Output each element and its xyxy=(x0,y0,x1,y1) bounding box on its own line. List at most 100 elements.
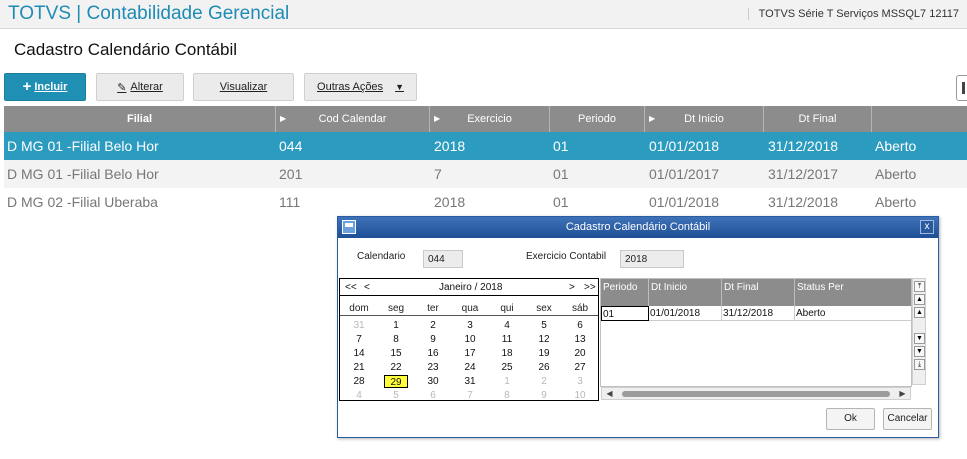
scroll-up-icon[interactable]: ▲ xyxy=(914,307,925,318)
calendar-day[interactable]: 28 xyxy=(347,375,371,388)
calendar-day[interactable]: 9 xyxy=(532,389,556,402)
calendar-day[interactable]: 23 xyxy=(421,361,445,374)
outras-acoes-label: Outras Ações xyxy=(317,81,384,93)
column-header-dt-final[interactable]: Dt Final xyxy=(722,279,795,306)
cell-dt-final: 31/12/2017 xyxy=(768,166,839,182)
side-panel-toggle-icon[interactable] xyxy=(956,75,967,101)
calendar-day[interactable]: 7 xyxy=(458,389,482,402)
scroll-bottom-icon[interactable]: ⤓ xyxy=(914,359,925,370)
prev-month-button[interactable]: < xyxy=(364,282,370,293)
calendar-day[interactable]: 7 xyxy=(347,333,371,346)
visualizar-button[interactable]: Visualizar xyxy=(193,73,294,101)
calendar-day[interactable]: 30 xyxy=(421,375,445,388)
calendar-day[interactable]: 5 xyxy=(532,319,556,332)
calendar-day[interactable]: 8 xyxy=(495,389,519,402)
scroll-top-icon[interactable]: ⤒ xyxy=(914,281,925,292)
outras-acoes-button[interactable]: Outras Ações ▼ xyxy=(304,73,417,101)
calendar-day[interactable]: 18 xyxy=(495,347,519,360)
calendar-day[interactable]: 3 xyxy=(568,375,592,388)
vertical-scrollbar[interactable]: ⤒ ▲ ▲ ▼ ▼ ⤓ xyxy=(912,278,926,385)
column-header-dt-final[interactable]: Dt Final xyxy=(764,106,872,132)
alterar-button[interactable]: ✎ Alterar xyxy=(96,73,184,101)
calendar-day[interactable]: 2 xyxy=(532,375,556,388)
column-header-periodo[interactable]: Periodo xyxy=(601,279,649,306)
table-row[interactable]: D MG 01 -Filial Belo Hor 044 2018 01 01/… xyxy=(4,132,967,160)
calendar-day[interactable]: 19 xyxy=(532,347,556,360)
next-month-button[interactable]: > xyxy=(569,282,575,293)
calendar-day[interactable]: 26 xyxy=(532,361,556,374)
horizontal-scrollbar[interactable]: ◀ ▶ xyxy=(601,387,911,400)
calendar-day[interactable]: 3 xyxy=(458,319,482,332)
calendar-day[interactable]: 11 xyxy=(495,333,519,346)
calendar-day[interactable]: 25 xyxy=(495,361,519,374)
calendar-day[interactable]: 31 xyxy=(458,375,482,388)
calendar-day[interactable]: 16 xyxy=(421,347,445,360)
calendario-field[interactable]: 044 xyxy=(423,250,463,268)
window-icon xyxy=(342,220,356,234)
cell-dt-inicio: 01/01/2018 xyxy=(649,138,720,154)
table-row[interactable]: D MG 01 -Filial Belo Hor 201 7 01 01/01/… xyxy=(4,160,967,188)
top-bar: TOTVS | Contabilidade Gerencial TOTVS Sé… xyxy=(0,0,967,29)
calendar-day[interactable]: 6 xyxy=(421,389,445,402)
calendario-label: Calendario xyxy=(357,251,406,262)
next-year-button[interactable]: >> xyxy=(584,282,596,293)
calendar-day[interactable]: 1 xyxy=(495,375,519,388)
scroll-right-icon[interactable]: ▶ xyxy=(898,389,907,398)
scroll-down-icon[interactable]: ▼ xyxy=(914,333,925,344)
calendar-day[interactable]: 10 xyxy=(568,389,592,402)
calendar-day[interactable]: 24 xyxy=(458,361,482,374)
calendar-day[interactable]: 31 xyxy=(347,319,371,332)
calendar-day[interactable]: 17 xyxy=(458,347,482,360)
column-header-status[interactable] xyxy=(872,106,967,132)
cell-periodo: 01 xyxy=(553,138,569,154)
cell-status-per[interactable]: Aberto xyxy=(795,306,911,321)
cell-cod-calendar: 044 xyxy=(279,138,303,154)
calendar-day[interactable]: 27 xyxy=(568,361,592,374)
ok-button[interactable]: Ok xyxy=(826,408,875,430)
calendar-day[interactable]: 29 xyxy=(384,375,408,388)
cell-periodo[interactable]: 01 xyxy=(601,306,649,321)
calendar-day[interactable]: 5 xyxy=(384,389,408,402)
scroll-page-down-icon[interactable]: ▼ xyxy=(914,346,925,357)
periods-grid-header: Periodo Dt Inicio Dt Final Status Per xyxy=(601,279,911,306)
cancel-button[interactable]: Cancelar xyxy=(883,408,932,430)
calendar-day[interactable]: 1 xyxy=(384,319,408,332)
column-header-periodo[interactable]: Periodo xyxy=(550,106,645,132)
dialog-title-bar[interactable]: Cadastro Calendário Contábil x xyxy=(338,217,938,238)
column-header-cod-calendar[interactable]: ▶ Cod Calendar xyxy=(276,106,430,132)
calendar-day[interactable]: 15 xyxy=(384,347,408,360)
calendar-day[interactable]: 14 xyxy=(347,347,371,360)
calendar-day[interactable]: 13 xyxy=(568,333,592,346)
incluir-button[interactable]: + Incluir xyxy=(4,73,86,101)
calendar-day[interactable]: 21 xyxy=(347,361,371,374)
scroll-page-up-icon[interactable]: ▲ xyxy=(914,294,925,305)
column-header-filial[interactable]: Filial xyxy=(4,106,276,132)
calendar-day[interactable]: 6 xyxy=(568,319,592,332)
cell-status: Aberto xyxy=(875,194,917,210)
column-header-exercicio[interactable]: ▶ Exercicio xyxy=(430,106,550,132)
calendar-nav: << < Janeiro / 2018 > >> xyxy=(340,279,598,296)
column-header-status-per[interactable]: Status Per xyxy=(795,279,911,306)
calendar-day[interactable]: 4 xyxy=(495,319,519,332)
calendar-day[interactable]: 4 xyxy=(347,389,371,402)
calendar-day[interactable]: 20 xyxy=(568,347,592,360)
table-row[interactable]: D MG 02 -Filial Uberaba 111 2018 01 01/0… xyxy=(4,188,967,216)
prev-year-button[interactable]: << xyxy=(345,282,357,293)
exercicio-contabil-field[interactable]: 2018 xyxy=(620,250,684,268)
close-icon[interactable]: x xyxy=(920,220,934,234)
calendar-day[interactable]: 2 xyxy=(421,319,445,332)
calendar-day[interactable]: 22 xyxy=(384,361,408,374)
column-header-dt-inicio[interactable]: Dt Inicio xyxy=(649,279,722,306)
calendar-day[interactable]: 12 xyxy=(532,333,556,346)
cell-periodo: 01 xyxy=(553,166,569,182)
calendar-day[interactable]: 9 xyxy=(421,333,445,346)
cell-dt-inicio[interactable]: 01/01/2018 xyxy=(649,306,722,321)
calendar-day[interactable]: 10 xyxy=(458,333,482,346)
scroll-thumb[interactable] xyxy=(622,391,890,397)
cell-filial: D MG 02 -Filial Uberaba xyxy=(7,194,158,210)
scroll-left-icon[interactable]: ◀ xyxy=(605,389,614,398)
cell-exercicio: 2018 xyxy=(434,194,466,210)
column-header-dt-inicio[interactable]: ▶ Dt Inicio xyxy=(645,106,764,132)
cell-dt-final[interactable]: 31/12/2018 xyxy=(722,306,795,321)
calendar-day[interactable]: 8 xyxy=(384,333,408,346)
